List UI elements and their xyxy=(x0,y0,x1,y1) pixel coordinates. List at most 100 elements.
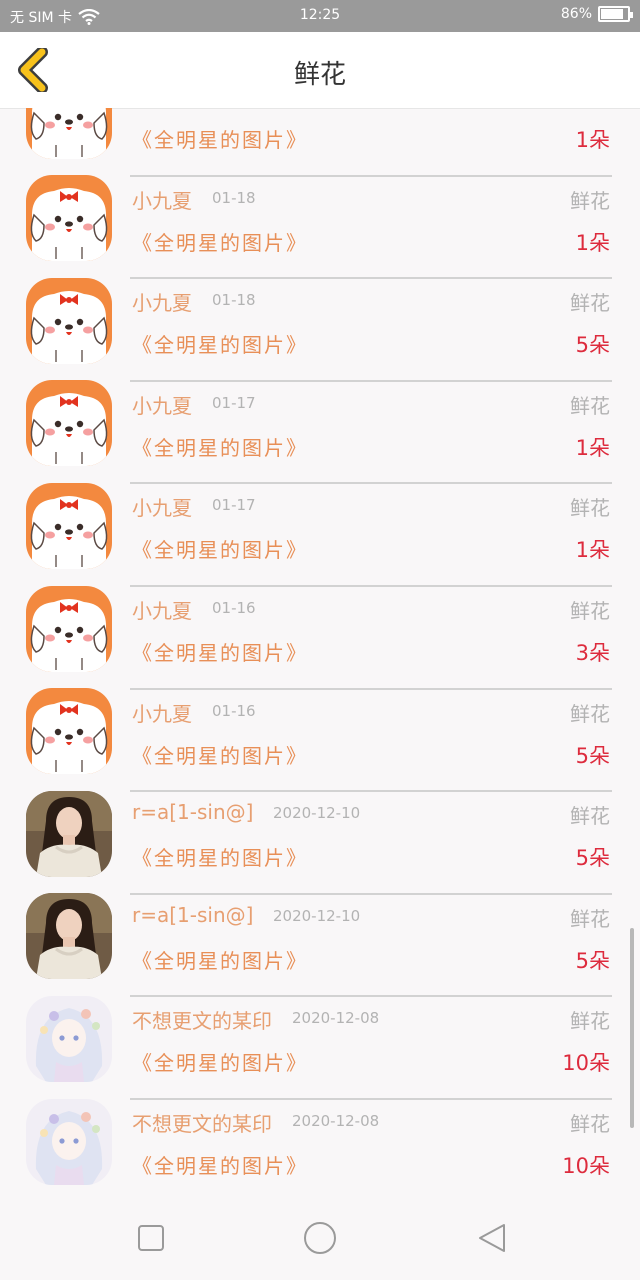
album-title: 《全明星的图片》 xyxy=(132,538,308,563)
list-item[interactable]: 小九夏 01-17 鲜花 《全明星的图片》 1朵 xyxy=(0,380,640,485)
triangle-back-icon xyxy=(479,1224,505,1252)
gift-date: 01-17 xyxy=(212,496,256,515)
avatar[interactable] xyxy=(26,585,112,672)
sender-name: 小九夏 xyxy=(132,108,192,111)
battery-icon xyxy=(598,6,633,22)
album-title: 《全明星的图片》 xyxy=(132,230,308,255)
list-item[interactable]: 小九夏 01-16 鲜花 《全明星的图片》 3朵 xyxy=(0,585,640,690)
status-right: 86% xyxy=(560,6,633,22)
flower-count: 1朵 xyxy=(575,230,610,255)
woman-avatar-icon xyxy=(26,893,112,980)
list-item[interactable]: 小九夏 01-16 鲜花 《全明星的图片》 5朵 xyxy=(0,688,640,793)
battery-fill xyxy=(601,9,624,19)
flower-record-list[interactable]: 小九夏 01-18 鲜花 《全明星的图片》 1朵 小九夏 01-18 鲜花 《全… xyxy=(0,108,640,1196)
sender-name: r=a[1-sin@] xyxy=(132,902,254,927)
flower-count: 10朵 xyxy=(562,1154,610,1178)
list-item[interactable]: 小九夏 01-17 鲜花 《全明星的图片》 1朵 xyxy=(0,482,640,587)
flower-count: 5朵 xyxy=(575,333,610,358)
page-title: 鲜花 xyxy=(293,60,346,90)
sender-name: r=a[1-sin@] xyxy=(132,800,254,825)
list-item[interactable]: 小九夏 01-18 鲜花 《全明星的图片》 1朵 xyxy=(0,175,640,280)
avatar[interactable] xyxy=(26,175,112,262)
flower-count: 5朵 xyxy=(575,846,610,871)
album-title: 《全明星的图片》 xyxy=(132,333,308,358)
battery-percent: 86% xyxy=(560,6,592,22)
avatar[interactable] xyxy=(26,995,112,1082)
list-item[interactable]: 不想更文的某印 2020-12-08 鲜花 《全明星的图片》 10朵 xyxy=(0,1098,640,1196)
gift-type: 鲜花 xyxy=(570,188,610,213)
gift-type: 鲜花 xyxy=(570,291,610,316)
clock: 12:25 xyxy=(299,7,341,23)
anime-girl-avatar-icon xyxy=(26,995,112,1082)
dog-avatar-icon xyxy=(26,108,112,159)
album-title: 《全明星的图片》 xyxy=(132,846,308,871)
back-nav-button[interactable] xyxy=(472,1218,512,1258)
scrollbar[interactable] xyxy=(630,928,634,1128)
flower-count: 1朵 xyxy=(575,538,610,563)
status-bar: 无 SIM 卡 12:25 86% xyxy=(0,0,640,32)
avatar[interactable] xyxy=(26,108,112,159)
flower-count: 5朵 xyxy=(575,743,610,768)
gift-type: 鲜花 xyxy=(570,701,610,726)
album-title: 《全明星的图片》 xyxy=(132,128,308,152)
anime-girl-avatar-icon xyxy=(26,1098,112,1185)
sender-name: 小九夏 xyxy=(132,496,192,521)
gift-type: 鲜花 xyxy=(570,1009,610,1034)
list-item[interactable]: r=a[1-sin@] 2020-12-10 鲜花 《全明星的图片》 5朵 xyxy=(0,893,640,998)
avatar[interactable] xyxy=(26,790,112,877)
sender-name: 小九夏 xyxy=(132,291,192,316)
header: 鲜花 xyxy=(0,32,640,109)
avatar[interactable] xyxy=(26,893,112,980)
woman-avatar-icon xyxy=(26,790,112,877)
gift-type: 鲜花 xyxy=(570,599,610,623)
gift-date: 2020-12-10 xyxy=(273,804,361,823)
dog-avatar-icon xyxy=(26,585,112,672)
dog-avatar-icon xyxy=(26,380,112,467)
flower-count: 1朵 xyxy=(575,128,610,152)
sender-name: 不想更文的某印 xyxy=(132,1009,272,1034)
system-nav-bar xyxy=(0,1196,640,1280)
list-item[interactable]: 不想更文的某印 2020-12-08 鲜花 《全明星的图片》 10朵 xyxy=(0,995,640,1100)
square-recent-icon xyxy=(138,1225,164,1251)
gift-type: 鲜花 xyxy=(570,1112,610,1136)
dog-avatar-icon xyxy=(26,277,112,364)
gift-date: 01-16 xyxy=(212,599,256,617)
sender-name: 小九夏 xyxy=(132,701,192,726)
avatar[interactable] xyxy=(26,380,112,467)
album-title: 《全明星的图片》 xyxy=(132,743,308,768)
flower-count: 3朵 xyxy=(575,641,610,665)
gift-date: 01-16 xyxy=(212,701,256,720)
album-title: 《全明星的图片》 xyxy=(132,1051,308,1076)
gift-date: 01-18 xyxy=(212,188,256,207)
gift-type: 鲜花 xyxy=(570,906,610,931)
gift-type: 鲜花 xyxy=(570,804,610,829)
album-title: 《全明星的图片》 xyxy=(132,435,308,460)
list-item[interactable]: 小九夏 01-18 鲜花 《全明星的图片》 5朵 xyxy=(0,277,640,382)
list-item[interactable]: r=a[1-sin@] 2020-12-10 鲜花 《全明星的图片》 5朵 xyxy=(0,790,640,895)
avatar[interactable] xyxy=(26,688,112,775)
sender-name: 小九夏 xyxy=(132,393,192,418)
list-item[interactable]: 小九夏 01-18 鲜花 《全明星的图片》 1朵 xyxy=(0,108,640,177)
dog-avatar-icon xyxy=(26,688,112,775)
sender-name: 小九夏 xyxy=(132,599,192,623)
sender-name: 不想更文的某印 xyxy=(132,1112,272,1136)
gift-date: 01-17 xyxy=(212,393,256,412)
gift-date: 2020-12-10 xyxy=(273,906,361,925)
gift-date: 2020-12-08 xyxy=(292,1112,380,1130)
avatar[interactable] xyxy=(26,482,112,569)
circle-home-icon xyxy=(304,1222,336,1254)
album-title: 《全明星的图片》 xyxy=(132,641,308,665)
gift-type: 鲜花 xyxy=(570,108,610,111)
album-title: 《全明星的图片》 xyxy=(132,1154,308,1178)
flower-count: 1朵 xyxy=(575,435,610,460)
avatar[interactable] xyxy=(26,277,112,364)
recent-apps-button[interactable] xyxy=(131,1218,171,1258)
dog-avatar-icon xyxy=(26,175,112,262)
album-title: 《全明星的图片》 xyxy=(132,948,308,973)
flower-count: 10朵 xyxy=(562,1051,610,1076)
flower-count: 5朵 xyxy=(575,948,610,973)
gift-date: 01-18 xyxy=(212,291,256,310)
home-button[interactable] xyxy=(300,1218,340,1258)
avatar[interactable] xyxy=(26,1098,112,1185)
sender-name: 小九夏 xyxy=(132,188,192,213)
